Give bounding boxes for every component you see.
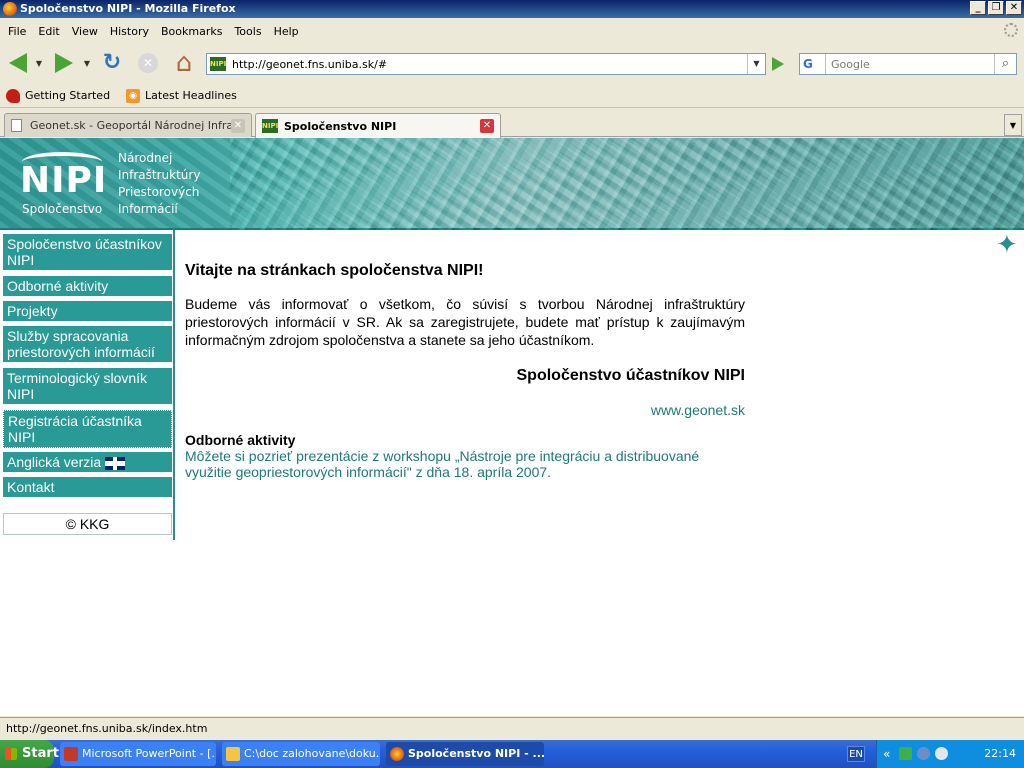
taskbar-firefox[interactable]: Spoločenstvo NIPI - ... [386, 742, 544, 766]
logo-line: Infraštruktúry [118, 168, 201, 182]
nipi-logo[interactable]: NIPI [20, 160, 107, 201]
sidebar-item-spolocenstvo[interactable]: Spoločenstvo účastníkov NIPI [3, 234, 172, 270]
bookmark-getting-started[interactable]: Getting Started [6, 88, 111, 103]
windows-taskbar: Start Microsoft PowerPoint - [... C:\doc… [0, 740, 1024, 768]
logo-line: Informácií [118, 202, 178, 216]
menu-bookmarks[interactable]: Bookmarks [155, 25, 228, 38]
forward-arrow-icon[interactable] [52, 50, 76, 76]
home-icon[interactable] [171, 50, 197, 76]
throbber-icon [1004, 23, 1018, 37]
reload-icon[interactable] [100, 50, 124, 76]
copyright-kkg: © KKG [3, 513, 172, 535]
restore-button[interactable]: ❐ [988, 1, 1004, 15]
rss-icon: ◉ [126, 88, 141, 103]
tab-close-icon[interactable]: ✕ [231, 118, 245, 133]
geonet-link[interactable]: www.geonet.sk [185, 402, 745, 418]
firefox-bookmark-icon [6, 88, 20, 103]
bookmarks-toolbar: Getting Started ◉ Latest Headlines [0, 84, 1024, 108]
sidebar-item-odborne-aktivity[interactable]: Odborné aktivity [3, 276, 172, 296]
sidebar-item-anglicka-verzia[interactable]: Anglická verzia [3, 452, 172, 472]
tab-list-dropdown-icon[interactable]: ▼ [1004, 114, 1022, 136]
system-tray: EN « 22:14 [847, 740, 1024, 768]
logo-lines: Národnej Infraštruktúry Priestorových In… [118, 150, 200, 218]
go-arrow-icon[interactable] [768, 55, 788, 73]
navigation-toolbar: ▼ ▼ NIPI http://geonet.fns.uniba.sk/# ▼ … [0, 44, 1024, 82]
sidebar-nav: Spoločenstvo účastníkov NIPI Odborné akt… [0, 230, 175, 540]
main-content: Vitajte na stránkach spoločenstva NIPI! … [185, 262, 745, 480]
start-button[interactable]: Start [0, 740, 59, 768]
sidebar-item-kontakt[interactable]: Kontakt [3, 477, 172, 497]
tab-label: Spoločenstvo NIPI [284, 119, 397, 133]
nipi-favicon-icon: NIPI [262, 119, 278, 133]
page-viewport: NIPI Spoločenstvo Národnej Infraštruktúr… [0, 138, 1024, 716]
uk-flag-icon [105, 456, 126, 470]
site-favicon-icon: NIPI [210, 57, 226, 71]
logo-line: Priestorových [118, 185, 200, 199]
task-label: Spoločenstvo NIPI - ... [408, 747, 544, 760]
stop-icon[interactable] [136, 50, 160, 76]
task-label: C:\doc zalohovane\doku... [244, 747, 380, 760]
welcome-heading: Vitajte na stránkach spoločenstva NIPI! [185, 262, 484, 279]
address-dropdown-icon[interactable]: ▼ [747, 54, 765, 74]
menu-bar: File Edit View History Bookmarks Tools H… [0, 20, 1024, 42]
aerial-photo [230, 138, 1024, 230]
menu-file[interactable]: File [2, 25, 32, 38]
back-arrow-icon[interactable] [6, 50, 30, 76]
magnifier-icon[interactable]: ⌕ [994, 54, 1016, 74]
tab-spolocenstvo[interactable]: NIPI Spoločenstvo NIPI ✕ [255, 113, 501, 138]
page-banner: NIPI Spoločenstvo Národnej Infraštruktúr… [0, 138, 1024, 230]
sidebar-item-registracia[interactable]: Registrácia účastníka NIPI [3, 410, 172, 448]
logo-line: Národnej [118, 151, 173, 165]
tab-geonet[interactable]: Geonet.sk - Geoportál Národnej Infra... … [4, 113, 252, 137]
menu-edit[interactable]: Edit [32, 25, 65, 38]
bookmark-label: Getting Started [25, 89, 111, 102]
network-icon[interactable] [899, 747, 912, 760]
task-label: Microsoft PowerPoint - [... [82, 747, 216, 760]
menu-help[interactable]: Help [268, 25, 305, 38]
firefox-icon [390, 747, 404, 761]
tray-clock[interactable]: 22:14 [984, 740, 1016, 768]
window-controls: _ ❐ ✕ [970, 1, 1022, 15]
sidebar-item-label: Anglická verzia [7, 454, 102, 470]
menu-view[interactable]: View [66, 25, 104, 38]
tab-label: Geonet.sk - Geoportál Národnej Infra... [30, 119, 231, 132]
bookmark-latest-headlines[interactable]: ◉ Latest Headlines [126, 88, 237, 103]
sidebar-item-terminologicky-slovnik[interactable]: Terminologický slovník NIPI [3, 368, 172, 404]
logo-subtitle: Spoločenstvo [22, 202, 103, 216]
powerpoint-icon [64, 747, 78, 761]
messenger-icon[interactable] [917, 747, 930, 760]
section-title: Odborné aktivity [185, 432, 296, 448]
workshop-link[interactable]: Môžete si pozrieť prezentácie z workshop… [185, 448, 745, 480]
bookmark-label: Latest Headlines [145, 89, 237, 102]
window-title-bar: Spoločenstvo NIPI - Mozilla Firefox _ ❐ … [0, 0, 1024, 18]
close-button[interactable]: ✕ [1006, 1, 1022, 15]
clock-icon[interactable] [935, 747, 948, 760]
search-input[interactable] [826, 55, 994, 73]
taskbar-folder[interactable]: C:\doc zalohovane\doku... [222, 742, 380, 766]
taskbar-powerpoint[interactable]: Microsoft PowerPoint - [... [60, 742, 216, 766]
firefox-icon [3, 2, 17, 16]
forward-history-dropdown-icon[interactable]: ▼ [82, 50, 92, 76]
search-box: G ⌕ [799, 53, 1017, 75]
address-text[interactable]: http://geonet.fns.uniba.sk/# [232, 58, 747, 71]
language-indicator[interactable]: EN [847, 746, 865, 762]
search-engine-icon[interactable]: G [800, 54, 826, 74]
window-title: Spoločenstvo NIPI - Mozilla Firefox [20, 2, 236, 15]
compass-icon [996, 233, 1020, 257]
sidebar-item-sluzby[interactable]: Služby spracovania priestorových informá… [3, 326, 172, 362]
sidebar-item-projekty[interactable]: Projekty [3, 301, 172, 321]
back-history-dropdown-icon[interactable]: ▼ [34, 50, 44, 76]
menu-tools[interactable]: Tools [228, 25, 267, 38]
minimize-button[interactable]: _ [970, 1, 986, 15]
folder-icon [226, 747, 240, 761]
org-heading: Spoločenstvo účastníkov NIPI [516, 367, 746, 384]
menu-history[interactable]: History [104, 25, 155, 38]
intro-text: Budeme vás informovať o všetkom, čo súvi… [185, 296, 745, 348]
status-bar: http://geonet.fns.uniba.sk/index.htm [0, 717, 1024, 739]
tray-expand-icon[interactable]: « [883, 740, 890, 768]
tab-bar: Geonet.sk - Geoportál Národnej Infra... … [0, 110, 1024, 138]
page-icon [11, 119, 22, 132]
tab-close-icon[interactable]: ✕ [480, 119, 494, 133]
address-bar[interactable]: NIPI http://geonet.fns.uniba.sk/# ▼ [206, 53, 766, 75]
